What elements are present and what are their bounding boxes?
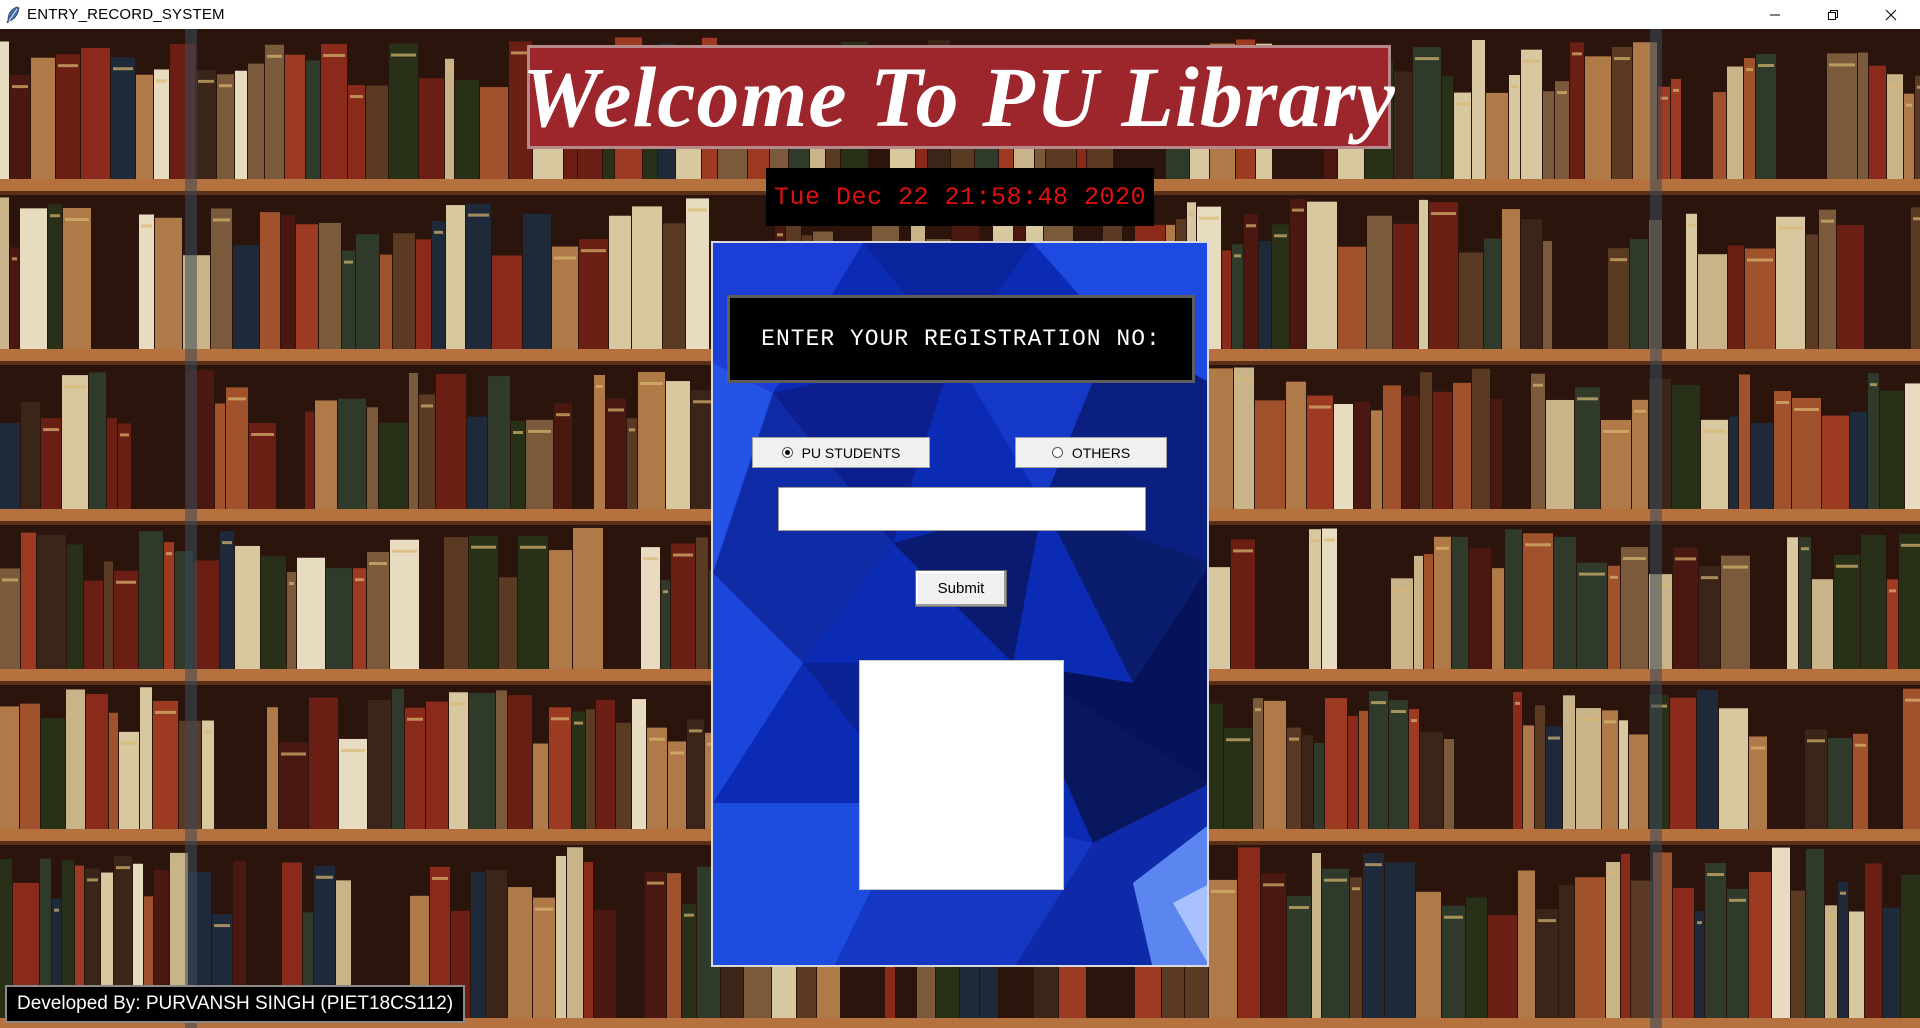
registration-prompt: ENTER YOUR REGISTRATION NO: — [727, 295, 1195, 383]
radio-unchecked-icon — [1051, 447, 1063, 458]
title-bar: ENTRY_RECORD_SYSTEM — [0, 0, 1920, 29]
pu-students-radio[interactable]: PU STUDENTS — [752, 437, 930, 468]
close-button[interactable] — [1862, 0, 1920, 29]
photo-display-box — [859, 660, 1064, 890]
others-radio[interactable]: OTHERS — [1015, 437, 1167, 468]
entry-form-panel: ENTER YOUR REGISTRATION NO: PU STUDENTS … — [711, 241, 1209, 967]
welcome-banner: Welcome To PU Library — [522, 45, 1395, 149]
pu-students-label: PU STUDENTS — [801, 444, 901, 461]
submit-button[interactable]: Submit — [915, 570, 1007, 607]
developer-credit: Developed By: PURVANSH SINGH (PIET18CS11… — [5, 985, 466, 1023]
window-controls — [1746, 0, 1920, 29]
window-title: ENTRY_RECORD_SYSTEM — [27, 6, 225, 23]
restore-icon — [1828, 9, 1838, 20]
app-window: ENTRY_RECORD_SYSTEM Welcome To PU Librar… — [0, 0, 1920, 1028]
minimize-button[interactable] — [1746, 0, 1804, 29]
radio-checked-icon — [781, 447, 793, 458]
restore-button[interactable] — [1804, 0, 1862, 29]
close-icon — [1885, 9, 1897, 20]
date-time-clock: Tue Dec 22 21:58:48 2020 — [766, 168, 1154, 226]
registration-number-input[interactable] — [778, 487, 1146, 531]
others-label: OTHERS — [1071, 444, 1131, 461]
minimize-icon — [1770, 14, 1780, 15]
feather-icon — [5, 6, 21, 24]
